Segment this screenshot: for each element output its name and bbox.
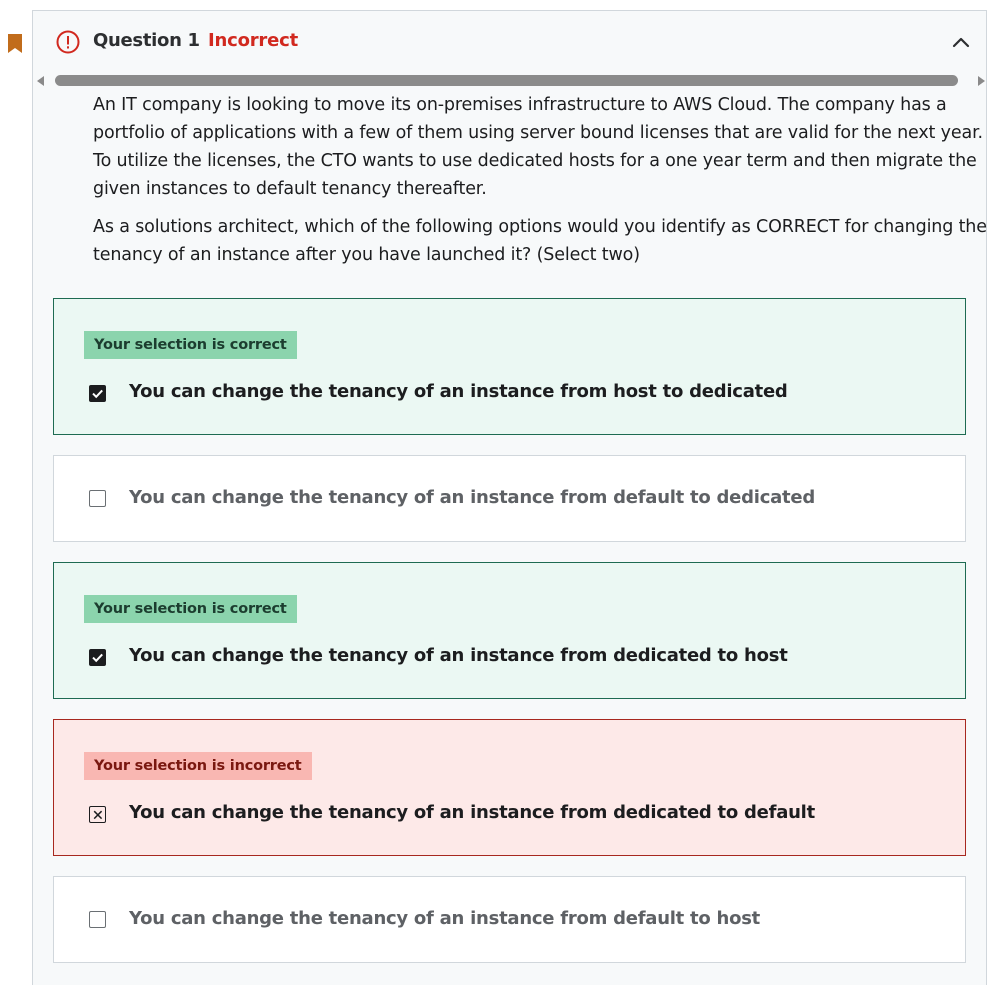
question-status: Incorrect	[208, 30, 298, 51]
scroll-left-arrow-icon[interactable]	[37, 76, 44, 86]
horizontal-scrollbar[interactable]	[37, 74, 985, 88]
answer-option[interactable]: Your selection is incorrect You can chan…	[53, 719, 966, 856]
scrollbar-thumb[interactable]	[55, 75, 958, 86]
option-text: You can change the tenancy of an instanc…	[129, 381, 788, 402]
option-text: You can change the tenancy of an instanc…	[129, 645, 788, 666]
scroll-right-arrow-icon[interactable]	[978, 76, 985, 86]
result-badge: Your selection is correct	[84, 595, 297, 623]
answer-option[interactable]: You can change the tenancy of an instanc…	[53, 455, 966, 542]
question-paragraph: As a solutions architect, which of the f…	[93, 217, 987, 265]
question-panel: Question 1 Incorrect An IT company is lo…	[32, 10, 987, 985]
answer-option[interactable]: You can change the tenancy of an instanc…	[53, 876, 966, 963]
alert-circle-icon	[56, 30, 80, 54]
question-title: Question 1	[93, 30, 200, 51]
checkbox-checked-icon[interactable]	[89, 385, 106, 402]
chevron-up-icon[interactable]	[951, 35, 971, 49]
result-badge: Your selection is incorrect	[84, 752, 312, 780]
answer-option[interactable]: Your selection is correct You can change…	[53, 298, 966, 435]
question-header[interactable]: Question 1 Incorrect	[33, 11, 986, 73]
question-paragraph: An IT company is looking to move its on-…	[93, 95, 983, 199]
answer-option[interactable]: Your selection is correct You can change…	[53, 562, 966, 699]
checkbox-empty-icon[interactable]	[89, 911, 106, 928]
checkbox-x-icon[interactable]	[89, 806, 106, 823]
option-text: You can change the tenancy of an instanc…	[129, 487, 815, 508]
checkbox-empty-icon[interactable]	[89, 490, 106, 507]
option-text: You can change the tenancy of an instanc…	[129, 908, 761, 929]
question-prompt: An IT company is looking to move its on-…	[93, 91, 993, 279]
result-badge: Your selection is correct	[84, 331, 297, 359]
option-text: You can change the tenancy of an instanc…	[129, 802, 815, 823]
bookmark-icon[interactable]	[7, 33, 23, 54]
checkbox-checked-icon[interactable]	[89, 649, 106, 666]
